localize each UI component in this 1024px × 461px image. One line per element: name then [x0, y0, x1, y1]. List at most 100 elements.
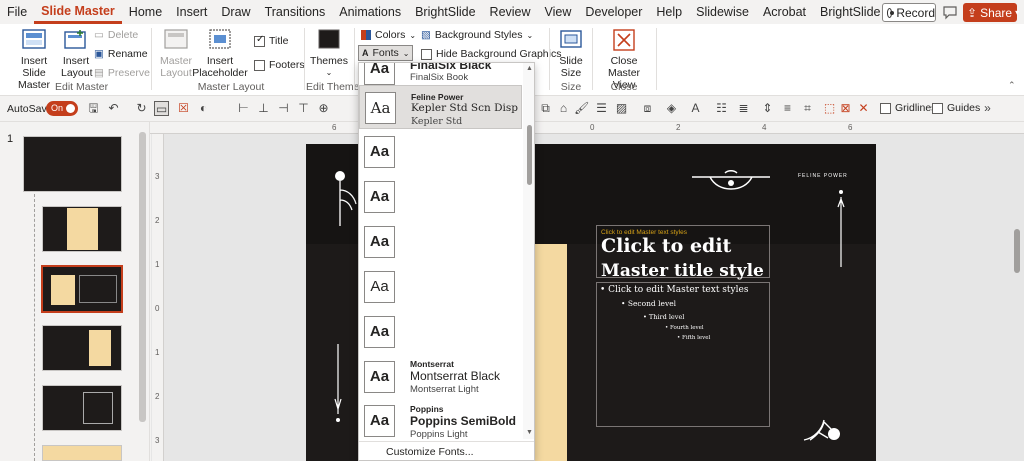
picture-icon[interactable]: ▨ — [614, 101, 629, 116]
shapes-icon[interactable]: ◐ — [196, 101, 211, 116]
font-option[interactable]: Aa — [359, 130, 522, 174]
layout-thumbnail[interactable] — [42, 325, 122, 371]
delete-button[interactable]: ▭ Delete — [94, 29, 138, 41]
fonts-button[interactable]: A Fonts ⌄ — [358, 45, 414, 61]
share-button[interactable]: ⇪ Share ▾ — [963, 3, 1020, 22]
group-icon[interactable]: ⊠ — [838, 101, 853, 116]
customize-fonts-item[interactable]: Customize Fonts... — [386, 446, 474, 458]
menu-help[interactable]: Help — [649, 0, 689, 24]
insert-layout-button[interactable]: Insert Layout — [61, 28, 93, 79]
line-spacing-icon[interactable]: ⇕ — [760, 101, 775, 116]
more-commands-icon[interactable]: » — [980, 101, 995, 116]
chevron-down-icon: ▾ — [1015, 8, 1020, 17]
title-placeholder[interactable]: Click to edit Master text styles Click t… — [596, 225, 770, 281]
record-button[interactable]: Record — [882, 3, 936, 22]
arrange-icon[interactable]: ⧈ — [640, 101, 655, 116]
editor-scrollbar[interactable] — [1014, 229, 1020, 273]
font-option[interactable]: Aa — [359, 265, 522, 309]
menu-developer[interactable]: Developer — [578, 0, 649, 24]
align-top-icon[interactable]: ⊤ — [296, 101, 311, 116]
slide-size-button[interactable]: Slide Size — [555, 28, 587, 79]
autosave-toggle[interactable]: On — [46, 101, 78, 116]
crop-icon[interactable]: ⌗ — [800, 101, 815, 116]
title-line-2: Master title style — [601, 261, 764, 281]
guides-checkbox[interactable]: Guides — [932, 102, 980, 114]
select-icon[interactable]: ⬚ — [822, 101, 837, 116]
save-icon[interactable]: 🖫 — [86, 101, 101, 116]
menu-acrobat[interactable]: Acrobat — [756, 0, 813, 24]
insert-slide-master-button[interactable]: Insert Slide Master — [8, 28, 60, 91]
redo-icon[interactable]: ↻ — [134, 101, 149, 116]
title-checkbox[interactable]: Title — [254, 34, 288, 47]
close-view-icon[interactable]: ☒ — [176, 101, 191, 116]
layout-thumbnail[interactable] — [42, 206, 122, 252]
thumbnails-scrollbar[interactable] — [139, 132, 146, 422]
body-placeholder[interactable]: • Click to edit Master text styles • Sec… — [596, 282, 770, 427]
body-level-2: • Second level — [621, 299, 677, 308]
normal-view-icon[interactable]: ▭ — [154, 101, 169, 116]
body-font: Poppins Light — [410, 429, 468, 440]
align-middle-icon[interactable]: ⊕ — [316, 101, 331, 116]
shape-fill-icon[interactable]: ◈ — [664, 101, 679, 116]
rename-button[interactable]: ▣ Rename — [94, 48, 148, 60]
ruler-tick: 1 — [155, 260, 160, 269]
undo-icon[interactable]: ↶ — [106, 101, 121, 116]
gridlines-checkbox[interactable]: Gridlines — [880, 102, 936, 114]
menu-home[interactable]: Home — [122, 0, 169, 24]
font-preview-icon: Aa — [365, 92, 396, 124]
scroll-up-icon[interactable]: ▲ — [526, 65, 533, 72]
scroll-down-icon[interactable]: ▼ — [526, 429, 533, 436]
edit-theme-group-label: Edit Theme — [306, 81, 360, 93]
delete-x-icon[interactable]: ✕ — [856, 101, 871, 116]
layout-thumbnail[interactable] — [42, 385, 122, 431]
colors-button[interactable]: Colors ⌄ — [361, 29, 416, 41]
background-styles-button[interactable]: ▧ Background Styles ⌄ — [421, 29, 533, 41]
ruler-tick: 6 — [848, 123, 853, 132]
align-right-icon[interactable]: ⊣ — [276, 101, 291, 116]
preserve-button[interactable]: ▤ Preserve — [94, 67, 150, 79]
hide-background-graphics-checkbox[interactable]: Hide Background Graphics — [421, 48, 561, 60]
dialog-launcher-icon[interactable]: ⧉ — [538, 101, 553, 116]
font-option-montserrat[interactable]: Aa Montserrat Montserrat Black Montserra… — [359, 355, 522, 399]
align-left-icon[interactable]: ⊢ — [236, 101, 251, 116]
themes-button[interactable]: Themes ⌄ — [310, 28, 348, 79]
layout-thumbnail[interactable] — [42, 445, 122, 461]
paint-bucket-icon[interactable]: 🖌 — [574, 101, 589, 116]
font-option-feline-power[interactable]: Aa Feline Power Kepler Std Scn Disp Kepl… — [359, 85, 522, 129]
styles-icon[interactable]: ☰ — [594, 101, 609, 116]
menu-insert[interactable]: Insert — [169, 0, 214, 24]
dropdown-scrollbar[interactable]: ▲ ▼ — [523, 63, 534, 439]
menu-brightslide[interactable]: BrightSlide — [408, 0, 482, 24]
slide-master-icon — [22, 29, 46, 49]
numbering-icon[interactable]: ≣ — [736, 101, 751, 116]
rename-icon: ▣ — [94, 48, 104, 60]
footers-checkbox[interactable]: Footers — [254, 59, 305, 71]
align-center-icon[interactable]: ⊥ — [256, 101, 271, 116]
menu-review[interactable]: Review — [483, 0, 538, 24]
menu-brightslide-2[interactable]: BrightSlide — [813, 0, 887, 24]
master-layout-button[interactable]: Master Layout — [159, 28, 193, 79]
font-option[interactable]: Aa — [359, 310, 522, 354]
font-option[interactable]: Aa — [359, 175, 522, 219]
menu-slide-master[interactable]: Slide Master — [34, 0, 122, 24]
justify-icon[interactable]: ≡ — [780, 101, 795, 116]
collapse-ribbon-icon[interactable]: ⌃ — [1008, 80, 1016, 91]
menu-animations[interactable]: Animations — [332, 0, 408, 24]
menu-draw[interactable]: Draw — [214, 0, 257, 24]
dropdown-scroll-thumb[interactable] — [527, 125, 532, 185]
insert-placeholder-button[interactable]: Insert Placeholder — [192, 28, 248, 79]
level-text: Third level — [648, 313, 685, 321]
menu-transitions[interactable]: Transitions — [258, 0, 333, 24]
menu-file[interactable]: File — [0, 0, 34, 24]
bullets-icon[interactable]: ☷ — [714, 101, 729, 116]
font-color-icon[interactable]: A — [688, 101, 703, 116]
layout-thumbnail-selected[interactable] — [41, 265, 123, 313]
font-option[interactable]: Aa — [359, 220, 522, 264]
format-painter-icon[interactable]: ⌂ — [556, 101, 571, 116]
master-slide-thumbnail[interactable] — [23, 136, 122, 192]
comments-icon[interactable] — [942, 4, 958, 20]
font-option-poppins[interactable]: Aa Poppins Poppins SemiBold Poppins Ligh… — [359, 399, 522, 443]
body-level-4: • Fourth level — [665, 325, 704, 331]
menu-view[interactable]: View — [538, 0, 579, 24]
menu-slidewise[interactable]: Slidewise — [689, 0, 756, 24]
